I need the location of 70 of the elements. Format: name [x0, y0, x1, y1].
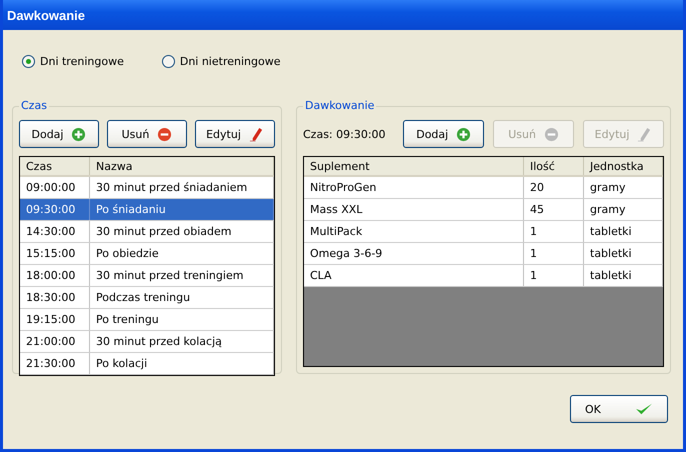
table-row[interactable]: 19:15:00 Po treningu [20, 309, 274, 331]
table-cell: 15:15:00 [20, 243, 90, 264]
radio-option[interactable]: Dni nietreningowe [162, 54, 280, 68]
table-cell: 30 minut przed kolacją [90, 331, 274, 352]
time-label: Czas: 09:30:00 [303, 128, 387, 140]
remove-button[interactable]: Usuń [107, 120, 187, 148]
column-header[interactable]: Jednostka [584, 157, 663, 175]
table-cell: Mass XXL [304, 199, 524, 220]
table-row[interactable]: 09:00:00 30 minut przed śniadaniem [20, 177, 274, 199]
table-cell: 1 [524, 265, 584, 286]
table-row[interactable]: MultiPack 1 tabletki [304, 221, 663, 243]
table-cell: tabletki [584, 221, 663, 242]
table-cell: 1 [524, 243, 584, 264]
table-row[interactable]: 18:00:00 30 minut przed treningiem [20, 265, 274, 287]
table-cell: 19:15:00 [20, 309, 90, 330]
table-cell: 20 [524, 177, 584, 198]
ok-button[interactable]: OK [570, 395, 668, 423]
column-header[interactable]: Nazwa [90, 157, 274, 175]
window-title: Dawkowanie [7, 8, 86, 22]
table-row[interactable]: 09:30:00 Po śniadaniu [20, 199, 274, 221]
add-button[interactable]: Dodaj [19, 120, 99, 148]
plus-icon [71, 126, 86, 142]
pencil-icon [248, 126, 264, 142]
column-header[interactable]: Czas [20, 157, 90, 175]
table-cell: MultiPack [304, 221, 524, 242]
table-cell: Po treningu [90, 309, 274, 330]
table-cell: Omega 3-6-9 [304, 243, 524, 264]
table-cell: 21:00:00 [20, 331, 90, 352]
group-title: Dawkowanie [303, 99, 376, 112]
add-button[interactable]: Dodaj [403, 120, 484, 148]
table-cell: 09:00:00 [20, 177, 90, 198]
table-cell: CLA [304, 265, 524, 286]
checkmark-icon [635, 402, 653, 416]
minus-icon [544, 126, 559, 142]
table-cell: NitroProGen [304, 177, 524, 198]
table-row[interactable]: 21:30:00 Po kolacji [20, 353, 274, 375]
table-cell: 18:30:00 [20, 287, 90, 308]
table-cell: tabletki [584, 265, 663, 286]
table-cell: 14:30:00 [20, 221, 90, 242]
table-cell: 18:00:00 [20, 265, 90, 286]
pencil-icon [637, 126, 652, 142]
table-row[interactable]: 21:00:00 30 minut przed kolacją [20, 331, 274, 353]
table-cell: Po śniadaniu [90, 199, 274, 220]
table-row[interactable]: 14:30:00 30 minut przed obiadem [20, 221, 274, 243]
table-row[interactable]: 15:15:00 Po obiedzie [20, 243, 274, 265]
table-row[interactable]: NitroProGen 20 gramy [304, 177, 663, 199]
table-cell: 09:30:00 [20, 199, 90, 220]
table-row[interactable]: Mass XXL 45 gramy [304, 199, 663, 221]
table-cell: gramy [584, 177, 663, 198]
radio-option[interactable]: Dni treningowe [22, 54, 124, 68]
table-cell: gramy [584, 199, 663, 220]
column-header[interactable]: Ilość [524, 157, 584, 175]
plus-icon [456, 126, 472, 142]
group-title: Czas [19, 99, 49, 112]
table-cell: Po kolacji [90, 353, 274, 374]
edit-button[interactable]: Edytuj [195, 120, 275, 148]
table-cell: 45 [524, 199, 584, 220]
table-cell: tabletki [584, 243, 663, 264]
table-cell: Podczas treningu [90, 287, 274, 308]
table-cell: 30 minut przed obiadem [90, 221, 274, 242]
table-cell: 30 minut przed treningiem [90, 265, 274, 286]
table-cell: 1 [524, 221, 584, 242]
minus-icon [157, 126, 172, 142]
table-cell: 21:30:00 [20, 353, 90, 374]
table-row[interactable]: CLA 1 tabletki [304, 265, 663, 287]
table-row[interactable]: Omega 3-6-9 1 tabletki [304, 243, 663, 265]
table-row[interactable]: 18:30:00 Podczas treningu [20, 287, 274, 309]
column-header[interactable]: Suplement [304, 157, 524, 175]
table-cell: Po obiedzie [90, 243, 274, 264]
table-cell: 30 minut przed śniadaniem [90, 177, 274, 198]
